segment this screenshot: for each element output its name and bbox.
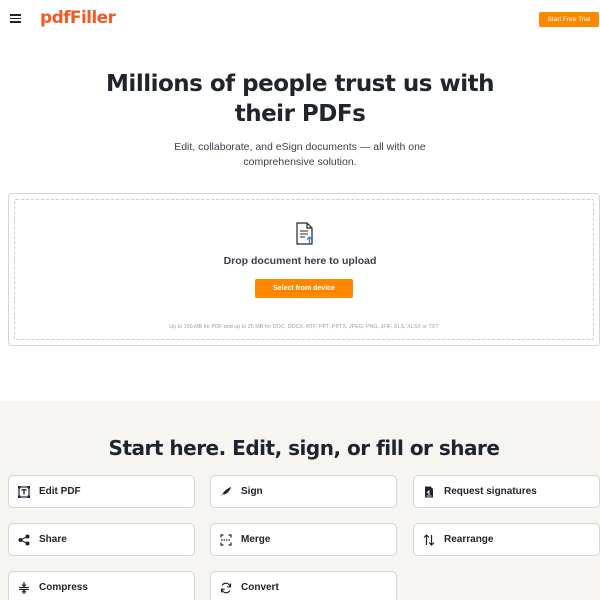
tool-edit-pdf[interactable]: Edit PDF — [8, 475, 195, 508]
share-icon — [18, 534, 30, 546]
tool-label: Compress — [39, 582, 88, 593]
tool-label: Rearrange — [444, 534, 494, 545]
tool-label: Request signatures — [444, 486, 537, 497]
tool-label: Edit PDF — [39, 486, 81, 497]
tool-rearrange[interactable]: Rearrange — [413, 523, 600, 556]
drop-instructions: Drop document here to upload — [223, 255, 377, 267]
edit-pdf-icon — [18, 486, 30, 498]
rearrange-icon — [423, 534, 435, 546]
hero-title: Millions of people trust us with their P… — [106, 71, 494, 127]
convert-icon — [220, 582, 232, 594]
tool-label: Share — [39, 534, 67, 545]
select-from-device-button[interactable]: Select from device — [255, 279, 353, 298]
pen-nib-icon — [220, 487, 231, 498]
compress-icon — [19, 582, 29, 594]
document-upload-icon — [296, 222, 313, 245]
signature-doc-icon — [425, 486, 433, 498]
merge-icon — [220, 534, 232, 546]
tool-merge[interactable]: Merge — [210, 523, 397, 556]
tool-convert[interactable]: Convert — [210, 571, 397, 600]
top-navigation-bar: pdfFiller Start Free Trial — [0, 0, 600, 38]
tool-sign[interactable]: Sign — [210, 475, 397, 508]
tool-label: Convert — [241, 582, 279, 593]
tool-label: Merge — [241, 534, 271, 545]
hero-subtitle: Edit, collaborate, and eSign documents —… — [174, 141, 426, 168]
tool-share[interactable]: Share — [8, 523, 195, 556]
tool-label: Sign — [241, 486, 263, 497]
pdffiller-logo[interactable]: pdfFiller — [40, 8, 116, 28]
hamburger-menu-icon[interactable] — [10, 12, 22, 24]
tool-compress[interactable]: Compress — [8, 571, 195, 600]
upload-dropzone[interactable] — [14, 199, 594, 340]
start-free-trial-button[interactable]: Start Free Trial — [539, 12, 599, 27]
start-here-title: Start here. Edit, sign, or fill or share — [108, 436, 500, 460]
tool-request-signatures[interactable]: Request signatures — [413, 475, 600, 508]
file-limits-note: Up to 100 MB for PDF and up to 25 MB for… — [169, 324, 439, 330]
